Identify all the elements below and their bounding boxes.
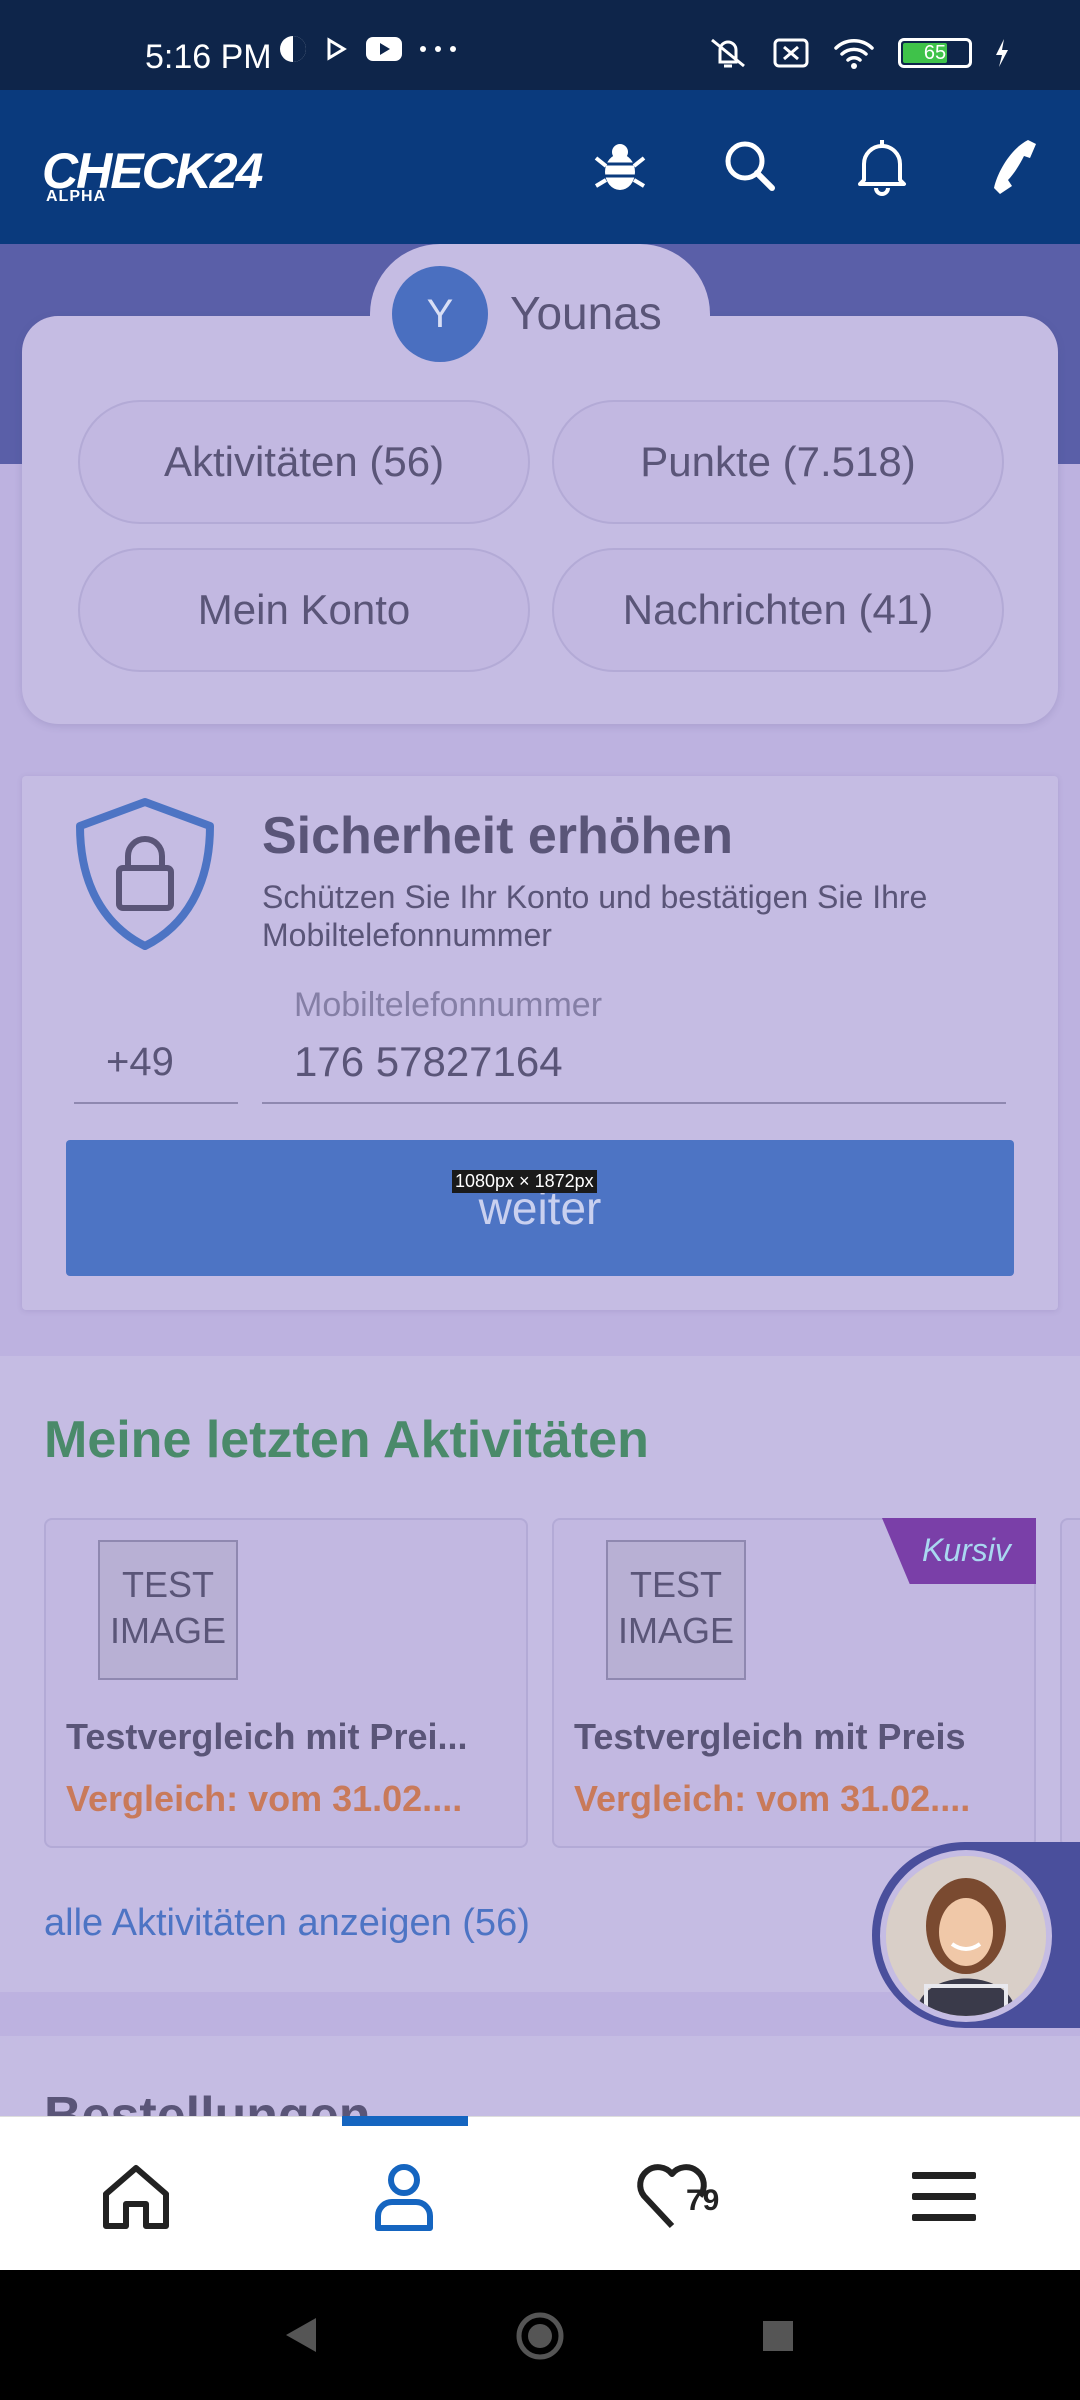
shield-lock-icon (76, 798, 214, 950)
orders-section: Bestellungen (0, 2036, 1080, 2116)
status-right-icons: 65 (706, 36, 1010, 70)
back-icon[interactable] (280, 2314, 320, 2356)
country-code-field[interactable]: +49 (74, 1008, 238, 1104)
recents-icon[interactable] (760, 2318, 796, 2354)
messages-button[interactable]: Nachrichten (41) (552, 548, 1004, 672)
my-account-button[interactable]: Mein Konto (78, 548, 530, 672)
home-circle-icon[interactable] (514, 2310, 566, 2362)
mute-icon (711, 38, 745, 68)
logo-subtitle: ALPHA (46, 188, 107, 205)
phone-icon[interactable] (984, 134, 1048, 198)
orders-title: Bestellungen (44, 2087, 371, 2116)
activity-date: Vergleich: vom 31.02.... (574, 1778, 971, 1819)
security-subtitle: Schützen Sie Ihr Konto und bestätigen Si… (262, 879, 928, 953)
points-button[interactable]: Punkte (7.518) (552, 400, 1004, 524)
system-navigation-bar (0, 2270, 1080, 2400)
play-icon (327, 37, 347, 61)
advisor-avatar[interactable] (880, 1850, 1052, 2022)
dimension-label: 1080px × 1872px (452, 1170, 597, 1193)
status-left-icons (278, 34, 458, 64)
bell-icon[interactable] (850, 134, 914, 198)
bug-icon[interactable] (588, 134, 652, 198)
avatar[interactable]: Y (392, 266, 488, 362)
activity-name: Testvergleich mit Preis (574, 1716, 966, 1757)
charging-icon (996, 39, 1008, 67)
activity-card[interactable]: TEST IMAGE Testvergleich mit Prei... Ver… (44, 1518, 528, 1848)
security-title: Sicherheit erhöhen (262, 807, 733, 865)
profile-name: Younas (510, 287, 662, 339)
battery-icon: 65 (898, 38, 972, 68)
active-tab-indicator (342, 2116, 468, 2126)
advisor-photo (886, 1856, 1046, 2016)
phone-number-label: Mobiltelefonnummer (294, 986, 603, 1024)
favorites-count: 79 (686, 2184, 720, 2217)
profile-icon[interactable] (366, 2158, 442, 2234)
contact-icon (280, 36, 306, 62)
wifi-icon (834, 39, 874, 69)
no-sim-icon (773, 38, 809, 68)
activity-image: TEST IMAGE (606, 1540, 746, 1680)
menu-icon[interactable] (906, 2158, 982, 2234)
battery-level: 65 (923, 42, 947, 64)
activities-button[interactable]: Aktivitäten (56) (78, 400, 530, 524)
status-time: 5:16 PM (145, 38, 272, 76)
activity-date: Vergleich: vom 31.02.... (66, 1778, 463, 1819)
more-icon (420, 46, 456, 52)
search-icon[interactable] (718, 134, 782, 198)
activity-image: TEST IMAGE (98, 1540, 238, 1680)
youtube-icon (366, 37, 402, 61)
home-icon[interactable] (98, 2158, 174, 2234)
app-bar: CHECK24 ALPHA (0, 90, 1080, 244)
activity-name: Testvergleich mit Prei... (66, 1716, 468, 1757)
continue-button[interactable]: weiter (66, 1140, 1014, 1276)
show-all-activities-link[interactable]: alle Aktivitäten anzeigen (56) (44, 1902, 530, 1945)
activities-title: Meine letzten Aktivitäten (44, 1411, 649, 1469)
kursiv-badge: Kursiv (922, 1532, 1011, 1568)
activity-card-partial[interactable] (1060, 1518, 1080, 1848)
status-bar: 5:16 PM 65 (0, 0, 1080, 90)
